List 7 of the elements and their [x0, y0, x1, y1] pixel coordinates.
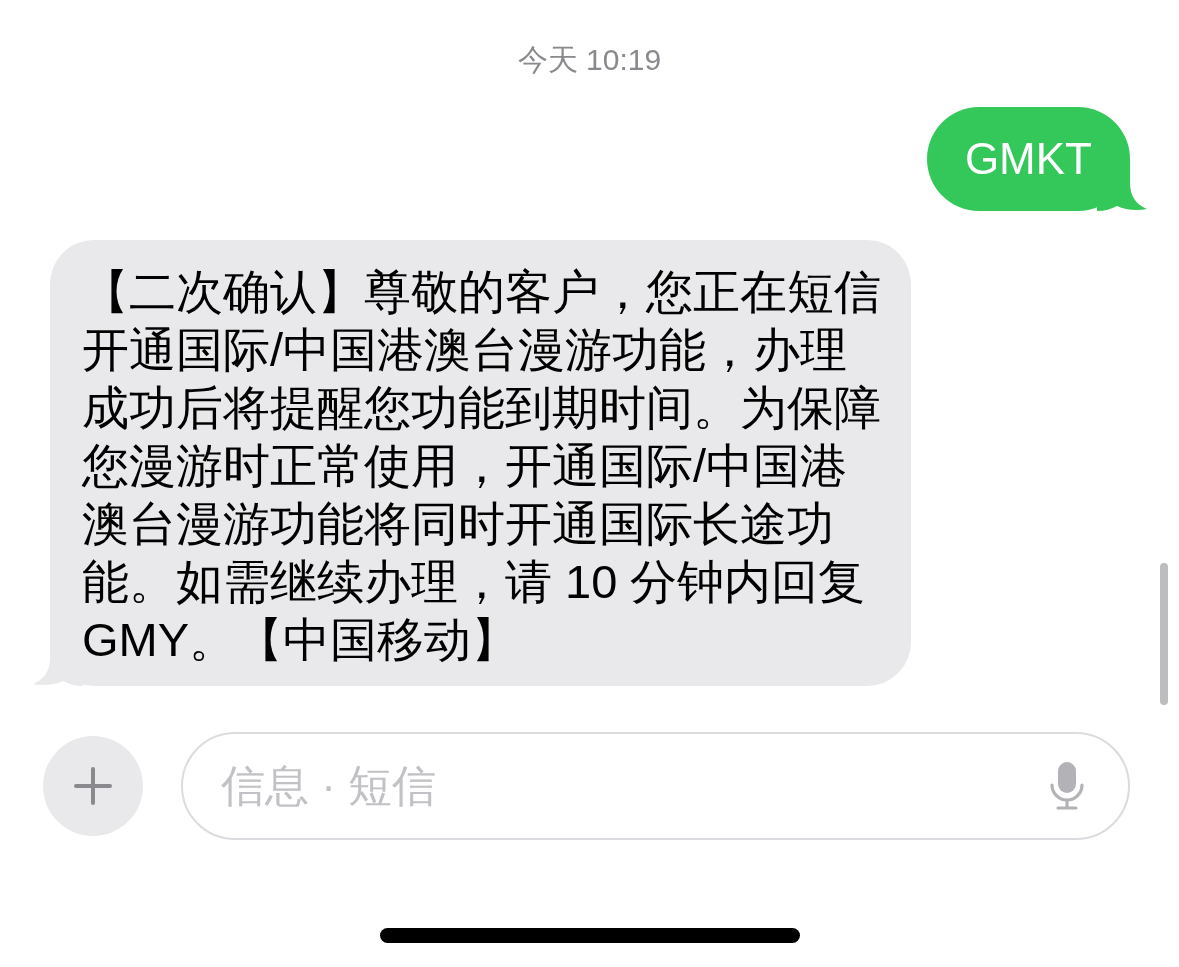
- plus-icon: [73, 766, 113, 806]
- scrollbar-thumb[interactable]: [1160, 563, 1168, 705]
- message-bubble: GMKT: [926, 107, 1147, 211]
- message-timestamp: 今天 10:19: [517, 42, 662, 78]
- message-field[interactable]: 信息 · 短信: [181, 732, 1130, 840]
- message-bubble: 【二次确认】尊敬的客户，您正在短信开通国际/中国港澳台漫游功能，办理成功后将提醒您功能到期时间。为保障您漫游时正常使用，开通国际/中国港澳台漫游功能将同时开通国际长途功能。如需继续办理，请 10 分钟内回复 GMY。【中国移动】: [33, 240, 911, 686]
- microphone-icon[interactable]: [1049, 762, 1085, 810]
